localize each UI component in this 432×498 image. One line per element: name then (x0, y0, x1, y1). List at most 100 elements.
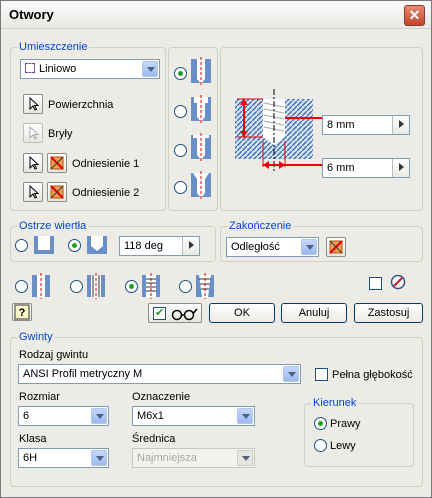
direction-group: Kierunek (304, 397, 414, 467)
diameter-value: 6 mm (327, 162, 355, 174)
diameter-input[interactable]: 6 mm (322, 158, 410, 178)
chevron-down-icon (91, 408, 107, 424)
countersink-hole-icon (191, 171, 211, 200)
cancel-button[interactable]: Anuluj (281, 303, 347, 323)
thread-type-select[interactable]: ANSI Profil metryczny M (18, 364, 301, 384)
glasses-icon (171, 308, 198, 321)
full-depth-label: Pełna głębokość (332, 369, 413, 381)
class-select[interactable]: 6H (18, 448, 109, 468)
hole-style-clearance-radio[interactable] (70, 280, 83, 293)
class-value: 6H (23, 452, 38, 464)
ilogic-icon[interactable] (390, 274, 406, 290)
chevron-down-icon (237, 408, 253, 424)
hole-style-taper-tapped-radio[interactable] (179, 280, 192, 293)
hole-style-simple-radio[interactable] (15, 280, 28, 293)
apply-button[interactable]: Zastosuj (354, 303, 423, 323)
surface-select-button[interactable] (23, 94, 43, 114)
help-icon: ? (14, 304, 30, 320)
hole-preview-diagram (235, 89, 325, 171)
reference1-flip-button[interactable] (47, 153, 67, 173)
flat-drill-point-icon (34, 236, 54, 254)
solids-select-button (23, 123, 43, 143)
drill-point-legend: Ostrze wiertła (17, 220, 89, 232)
diameter-menu-arrow-icon[interactable] (392, 159, 409, 177)
size-label: Rozmiar (19, 391, 60, 403)
flip-edge-icon (50, 185, 64, 199)
drill-point-flat-radio[interactable] (15, 239, 28, 252)
simple-hole-icon (32, 273, 50, 299)
taper-tapped-hole-icon (196, 273, 214, 299)
hole-type-drilled-radio[interactable] (174, 67, 187, 80)
cancel-label: Anuluj (298, 307, 330, 319)
angled-drill-point-icon (87, 236, 107, 254)
spotface-hole-icon (191, 133, 211, 162)
depth-value: 8 mm (327, 119, 355, 131)
ok-label: OK (234, 307, 250, 319)
diameter-select: Najmniejsza (132, 448, 255, 468)
placement-type-value: Liniowo (39, 63, 77, 75)
preview-toggle-button[interactable] (148, 303, 202, 323)
reference2-flip-button[interactable] (47, 182, 67, 202)
linear-placement-icon (25, 63, 35, 73)
apply-label: Zastosuj (367, 307, 410, 319)
flip-edge-icon (50, 156, 64, 170)
direction-legend: Kierunek (311, 397, 359, 409)
class-label: Klasa (19, 433, 47, 445)
direction-left-radio[interactable] (314, 439, 327, 452)
termination-legend: Zakończenie (227, 220, 294, 232)
depth-input[interactable]: 8 mm (322, 115, 410, 135)
ok-button[interactable]: OK (209, 303, 275, 323)
clearance-hole-icon (87, 273, 105, 299)
cursor-icon (29, 184, 40, 199)
hole-type-counterbore-radio[interactable] (174, 105, 187, 118)
hole-style-tapped-radio[interactable] (125, 280, 138, 293)
placement-legend: Umieszczenie (17, 41, 90, 53)
reference1-select-button[interactable] (23, 153, 43, 173)
placement-type-select[interactable]: Liniowo (20, 59, 160, 79)
diameter-label: Średnica (132, 433, 176, 445)
depth-menu-arrow-icon[interactable] (392, 116, 409, 134)
help-button[interactable]: ? (12, 303, 32, 321)
threads-legend: Gwinty (17, 331, 55, 343)
termination-value: Odległość (231, 241, 280, 253)
svg-text:?: ? (19, 307, 26, 319)
diameter-select-value: Najmniejsza (137, 452, 197, 464)
angle-menu-arrow-icon[interactable] (182, 237, 199, 255)
cursor-icon (29, 125, 40, 140)
chevron-down-icon (283, 366, 299, 382)
thread-type-value: ANSI Profil metryczny M (23, 368, 143, 380)
holes-dialog: Otwory ✕ Umieszczenie Liniowo Powierzchn… (0, 0, 432, 498)
termination-flip-button[interactable] (326, 237, 346, 257)
tapped-hole-icon (142, 273, 160, 299)
chevron-down-icon (142, 61, 158, 77)
designation-select[interactable]: M6x1 (132, 406, 255, 426)
solids-label: Bryły (48, 128, 73, 140)
drill-angle-input[interactable]: 118 deg (119, 236, 200, 256)
extra-option-checkbox[interactable] (369, 277, 382, 290)
thread-type-label: Rodzaj gwintu (19, 349, 89, 361)
designation-label: Oznaczenie (132, 391, 191, 403)
full-depth-checkbox[interactable] (315, 368, 328, 381)
cursor-icon (29, 155, 40, 170)
chevron-down-icon (237, 450, 253, 466)
cursor-icon (29, 96, 40, 111)
flip-direction-icon (329, 240, 343, 254)
hole-type-countersink-radio[interactable] (174, 181, 187, 194)
reference2-select-button[interactable] (23, 182, 43, 202)
hole-type-spotface-radio[interactable] (174, 144, 187, 157)
direction-right-radio[interactable] (314, 417, 327, 430)
dialog-title: Otwory (9, 7, 54, 22)
surface-label: Powierzchnia (48, 99, 114, 111)
reference2-label: Odniesienie 2 (72, 187, 140, 199)
close-button[interactable]: ✕ (404, 5, 425, 26)
termination-select[interactable]: Odległość (226, 237, 319, 257)
drill-point-angle-radio[interactable] (68, 239, 81, 252)
drilled-hole-icon (191, 57, 211, 86)
designation-value: M6x1 (137, 410, 164, 422)
size-select[interactable]: 6 (18, 406, 109, 426)
title-bar: Otwory ✕ (1, 1, 431, 29)
counterbore-hole-icon (191, 95, 211, 124)
chevron-down-icon (301, 239, 317, 255)
drill-angle-value: 118 deg (124, 240, 163, 252)
preview-checkbox[interactable] (153, 306, 166, 320)
